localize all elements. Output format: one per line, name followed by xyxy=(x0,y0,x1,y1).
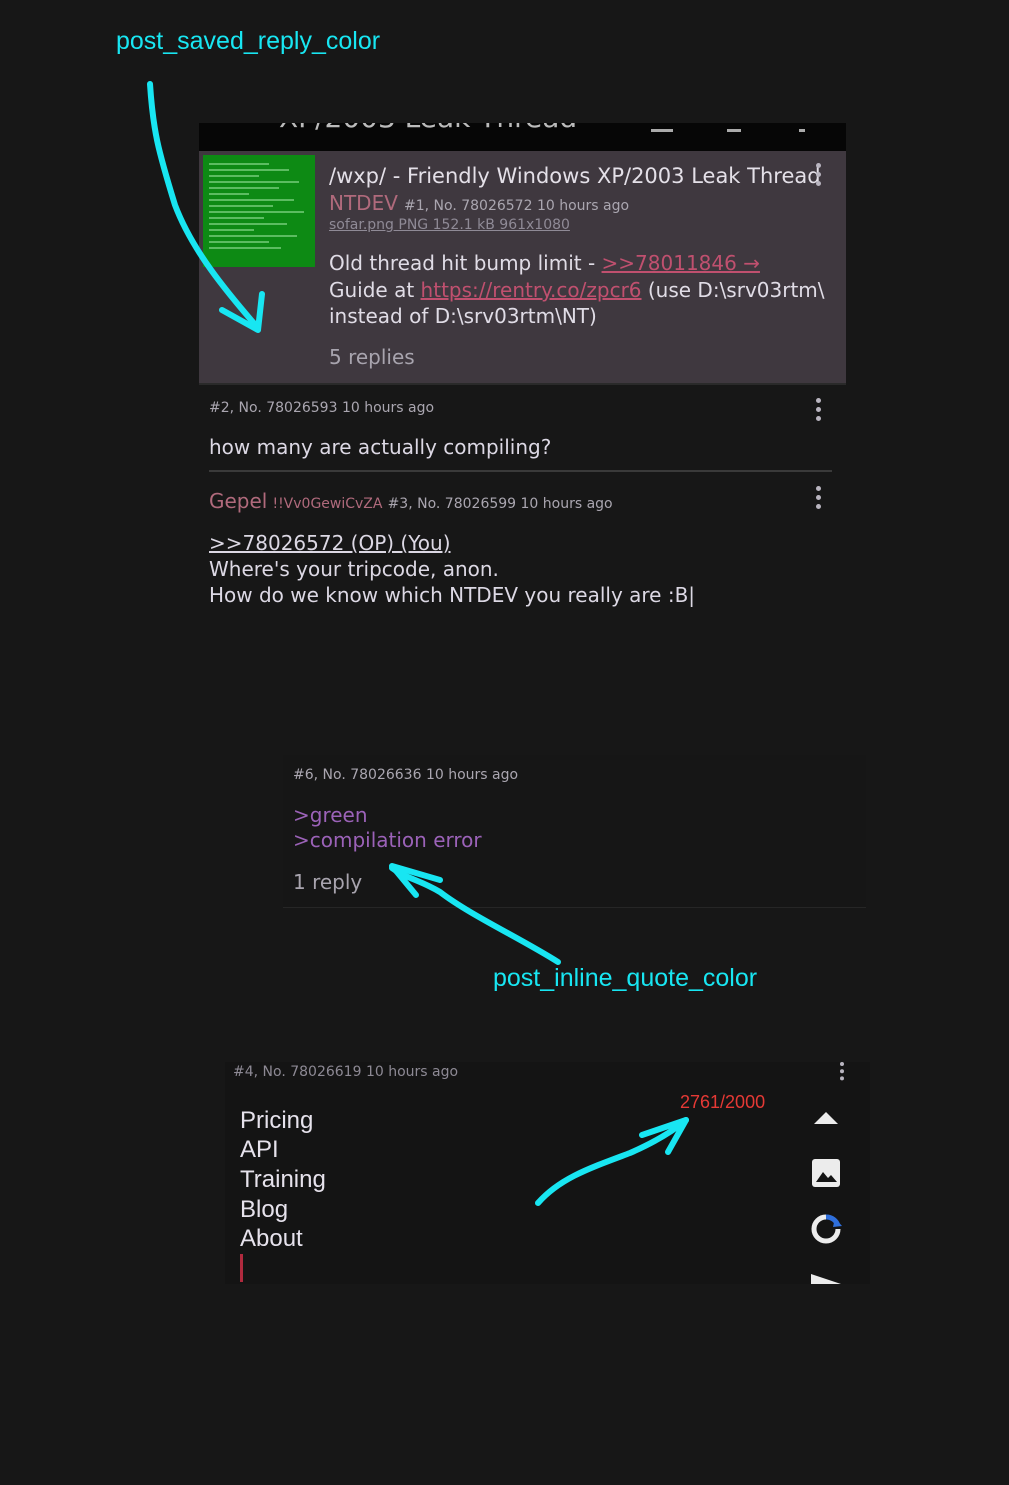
error-arrow xyxy=(535,1117,689,1206)
saved-reply-arrow xyxy=(147,81,261,331)
annotation-arrows xyxy=(147,81,689,1206)
inline-quote-arrow xyxy=(389,865,561,965)
